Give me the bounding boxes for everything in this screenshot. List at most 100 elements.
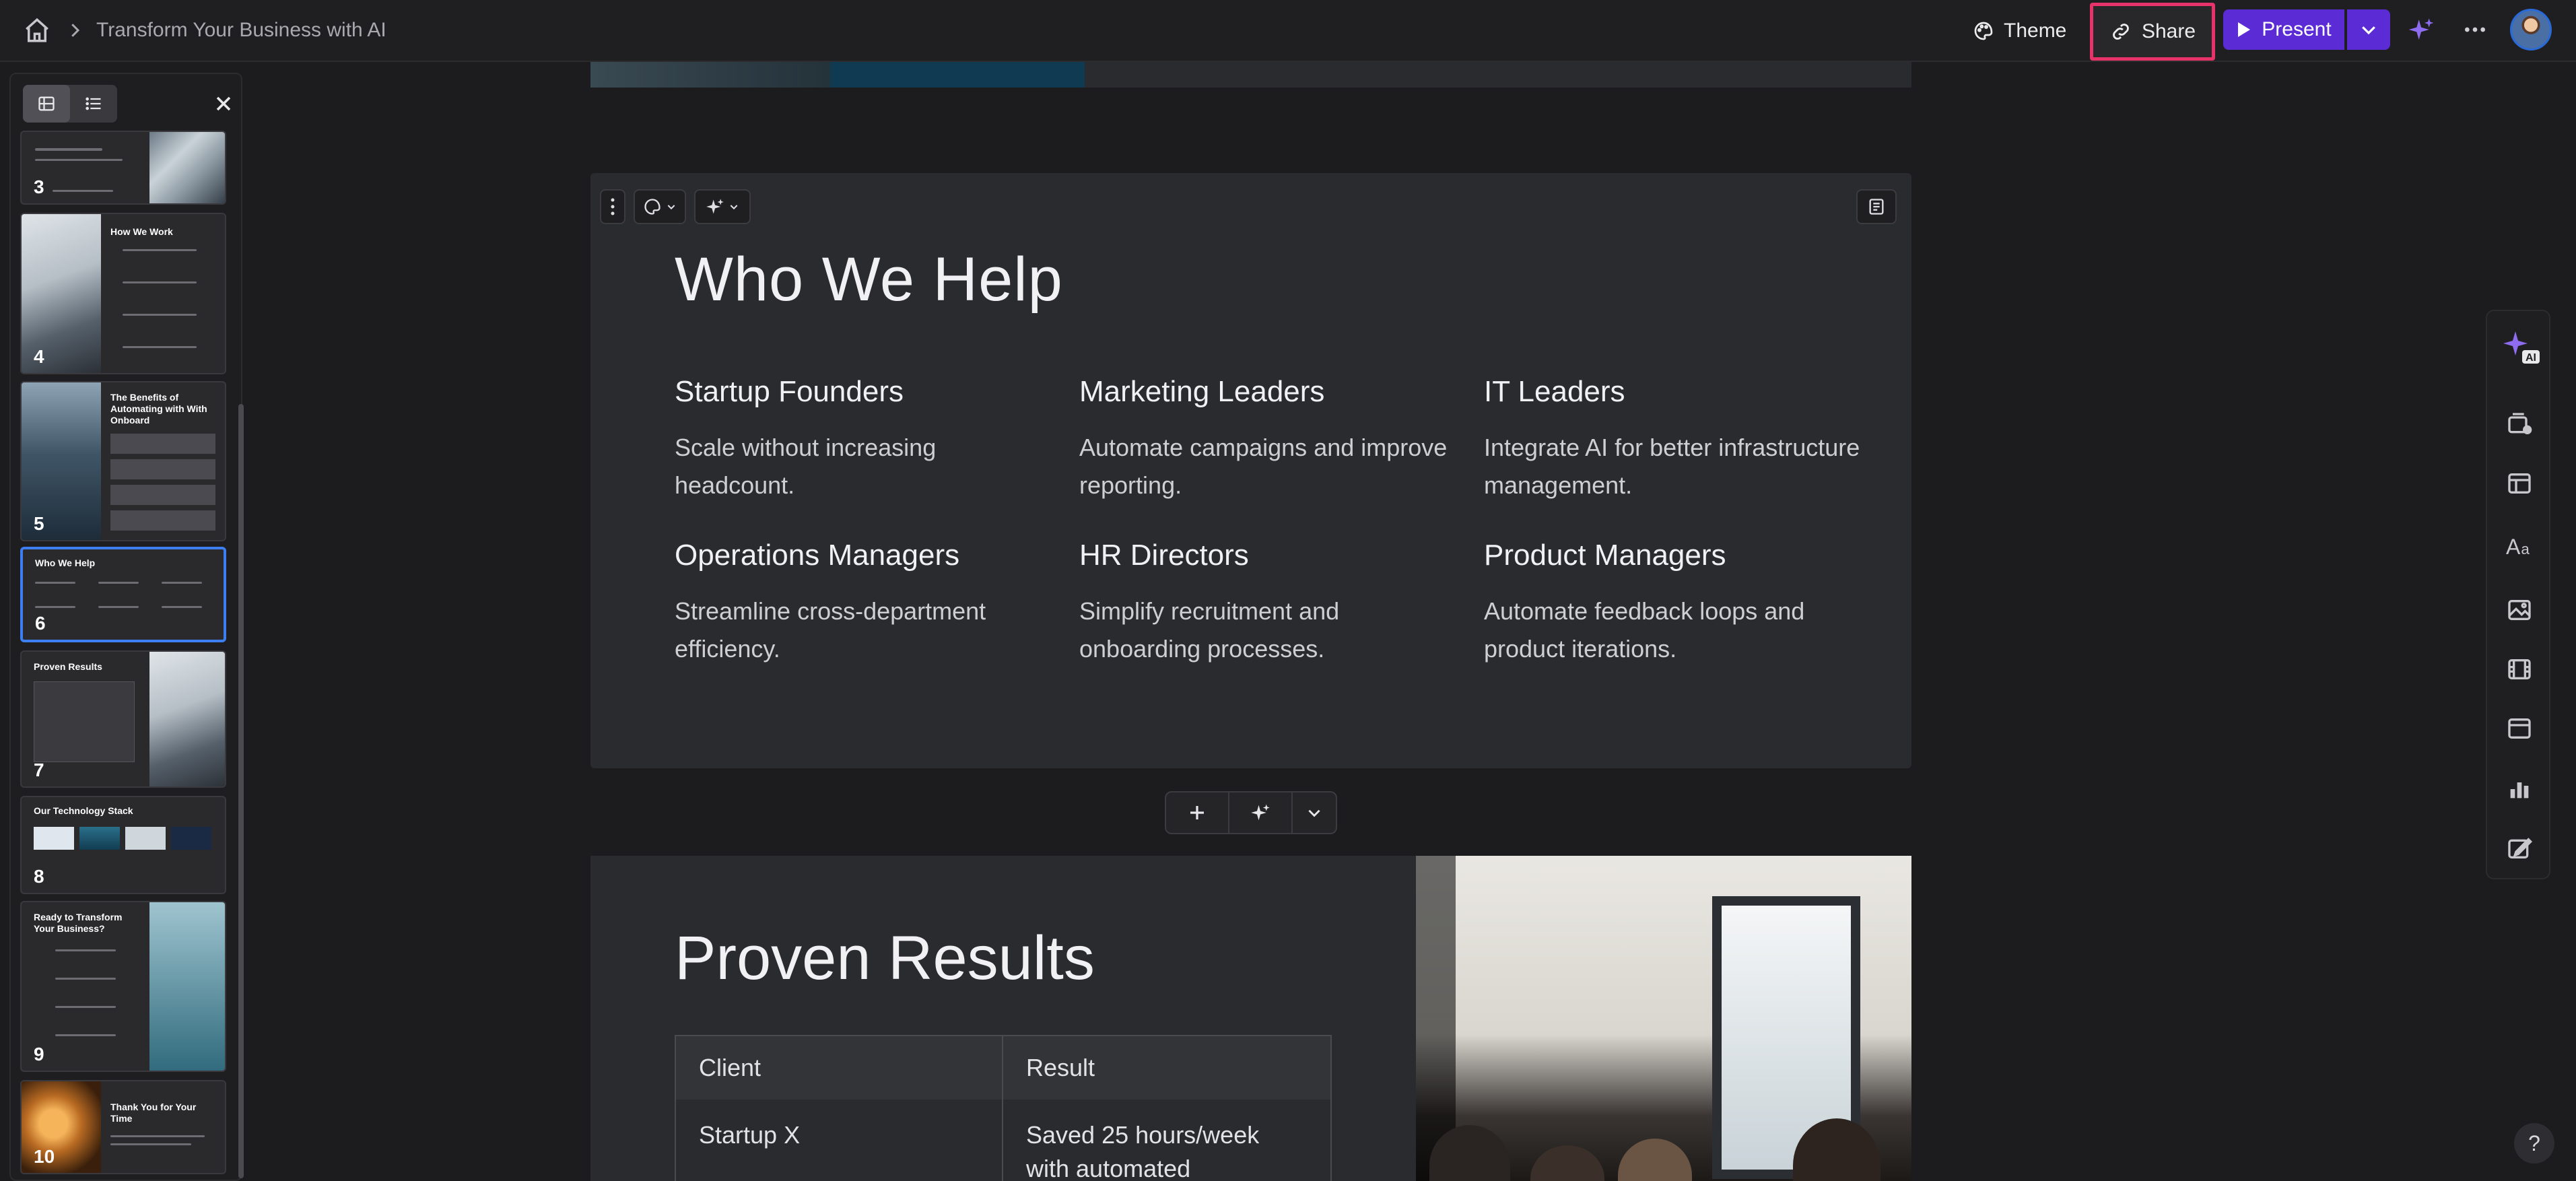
results-table[interactable]: Client Result Startup X Saved 25 hours/w… xyxy=(675,1035,1332,1181)
card-menu-button[interactable] xyxy=(600,189,625,224)
audience-description: Streamline cross-department efficiency. xyxy=(675,597,986,663)
audience-heading: Product Managers xyxy=(1484,539,1726,572)
ai-assistant-icon[interactable]: AI xyxy=(2499,326,2542,369)
slide-thumbnail-title: Thank You for Your Time xyxy=(110,1102,197,1124)
slide-thumbnail-title: Our Technology Stack xyxy=(34,805,133,816)
ai-sparkle-icon[interactable] xyxy=(2408,16,2435,43)
add-card-toolbar xyxy=(1165,791,1337,834)
slide-thumbnail-6[interactable]: Who We Help 6 xyxy=(20,547,226,642)
link-icon xyxy=(2109,20,2132,43)
speaker-notes-button[interactable] xyxy=(1856,189,1897,224)
slide-thumbnail-8[interactable]: Our Technology Stack 8 xyxy=(20,796,226,894)
user-avatar[interactable] xyxy=(2510,9,2552,50)
meeting-photo[interactable] xyxy=(1416,856,1911,1181)
previous-slide-image xyxy=(830,62,1085,88)
help-button[interactable]: ? xyxy=(2514,1123,2554,1163)
present-label: Present xyxy=(2262,18,2332,40)
chevron-down-icon xyxy=(2359,20,2379,40)
chart-icon[interactable] xyxy=(2506,776,2533,803)
slide-thumbnail-3[interactable]: 3 xyxy=(20,131,226,205)
audience-block[interactable]: Product Managers Automate feedback loops… xyxy=(1484,539,1861,668)
text-style-icon[interactable]: Aa xyxy=(2506,533,2538,560)
audience-heading: HR Directors xyxy=(1079,539,1249,572)
slide-title[interactable]: Proven Results xyxy=(675,923,1095,994)
audience-block[interactable]: Operations Managers Streamline cross-dep… xyxy=(675,539,1052,668)
grid-view-button[interactable] xyxy=(23,85,70,123)
slide-number: 4 xyxy=(34,346,44,367)
table-header-cell[interactable]: Result xyxy=(1003,1036,1330,1100)
close-panel-icon[interactable] xyxy=(211,92,236,116)
top-bar: Transform Your Business with AI Theme Sh… xyxy=(0,0,2576,62)
table-row: Startup X Saved 25 hours/week with autom… xyxy=(676,1100,1330,1181)
slide-thumbnail-title: Proven Results xyxy=(34,661,102,672)
audience-heading: Operations Managers xyxy=(675,539,960,572)
theme-button[interactable]: Theme xyxy=(1965,12,2072,50)
slide-number: 7 xyxy=(34,760,44,780)
audience-block[interactable]: IT Leaders Integrate AI for better infra… xyxy=(1484,375,1861,504)
audience-block[interactable]: HR Directors Simplify recruitment and on… xyxy=(1079,539,1456,668)
table-cell[interactable]: Saved 25 hours/week with automated xyxy=(1003,1100,1330,1181)
list-view-button[interactable] xyxy=(70,85,117,123)
slide-thumbnail-title: Who We Help xyxy=(35,558,96,568)
add-card-panel-icon[interactable] xyxy=(2506,411,2533,438)
slide-thumbnail-10[interactable]: Thank You for Your Time 10 xyxy=(20,1080,226,1174)
edit-icon[interactable] xyxy=(2506,835,2533,862)
slide-number: 8 xyxy=(34,866,44,887)
photo-person xyxy=(1530,1145,1604,1181)
audience-heading: Marketing Leaders xyxy=(1079,375,1325,408)
right-toolbar: AI Aa xyxy=(2486,310,2550,879)
slide-who-we-help[interactable]: Who We Help Startup Founders Scale witho… xyxy=(590,173,1911,768)
svg-text:AI: AI xyxy=(2526,352,2536,364)
slide-number: 3 xyxy=(34,176,44,197)
panel-scrollbar[interactable] xyxy=(238,404,244,1178)
add-card-options-button[interactable] xyxy=(1293,792,1336,833)
present-options-dropdown[interactable] xyxy=(2347,9,2390,50)
chevron-down-icon xyxy=(728,201,739,212)
slide-thumbnail-7[interactable]: Proven Results 7 xyxy=(20,650,226,788)
photo-person xyxy=(1429,1125,1510,1181)
audience-block[interactable]: Marketing Leaders Automate campaigns and… xyxy=(1079,375,1456,504)
chevron-down-icon xyxy=(666,201,677,212)
embed-icon[interactable] xyxy=(2506,715,2533,742)
photo-person xyxy=(1618,1139,1692,1181)
theme-label: Theme xyxy=(2004,20,2067,42)
slide-title[interactable]: Who We Help xyxy=(675,244,1063,315)
view-toggle xyxy=(23,85,117,123)
video-icon[interactable] xyxy=(2506,656,2533,683)
notes-icon xyxy=(1867,197,1886,216)
slide-number: 9 xyxy=(34,1044,44,1065)
audience-block[interactable]: Startup Founders Scale without increasin… xyxy=(675,375,1052,504)
audience-heading: Startup Founders xyxy=(675,375,904,408)
play-icon xyxy=(2236,21,2252,38)
share-button[interactable]: Share xyxy=(2090,3,2215,61)
ai-sparkle-icon xyxy=(1250,803,1270,823)
previous-slide-image xyxy=(590,62,830,88)
ai-sparkle-icon xyxy=(706,197,724,216)
add-card-button[interactable] xyxy=(1166,792,1229,833)
slide-thumbnail-title: Ready to Transform Your Business? xyxy=(34,912,123,934)
audience-description: Automate campaigns and improve reporting… xyxy=(1079,434,1448,499)
image-icon[interactable] xyxy=(2506,597,2533,623)
table-header-cell[interactable]: Client xyxy=(676,1036,1003,1100)
svg-text:A: A xyxy=(2506,535,2521,559)
slide-proven-results[interactable]: Proven Results Client Result Startup X S… xyxy=(590,856,1911,1181)
more-options-icon[interactable] xyxy=(2460,16,2490,43)
card-ai-button[interactable] xyxy=(694,189,751,224)
breadcrumb-title[interactable]: Transform Your Business with AI xyxy=(96,16,386,44)
audience-description: Integrate AI for better infrastructure m… xyxy=(1484,434,1860,499)
slide-thumbnail-title: How We Work xyxy=(110,226,173,237)
home-icon[interactable] xyxy=(23,16,51,44)
present-button[interactable]: Present xyxy=(2223,9,2344,50)
chevron-down-icon xyxy=(1306,804,1323,821)
slide-thumbnail-9[interactable]: Ready to Transform Your Business? 9 xyxy=(20,901,226,1072)
slide-thumbnail-5[interactable]: The Benefits of Automating with With Onb… xyxy=(20,381,226,541)
share-label: Share xyxy=(2141,20,2196,42)
layout-icon[interactable] xyxy=(2506,470,2533,497)
card-style-button[interactable] xyxy=(634,189,686,224)
palette-icon xyxy=(1973,20,1994,42)
table-cell[interactable]: Startup X xyxy=(676,1100,1003,1181)
plus-icon xyxy=(1187,803,1207,823)
ai-add-card-button[interactable] xyxy=(1229,792,1293,833)
slide-thumbnail-4[interactable]: How We Work 4 xyxy=(20,213,226,374)
filmstrip-icon xyxy=(37,94,56,113)
